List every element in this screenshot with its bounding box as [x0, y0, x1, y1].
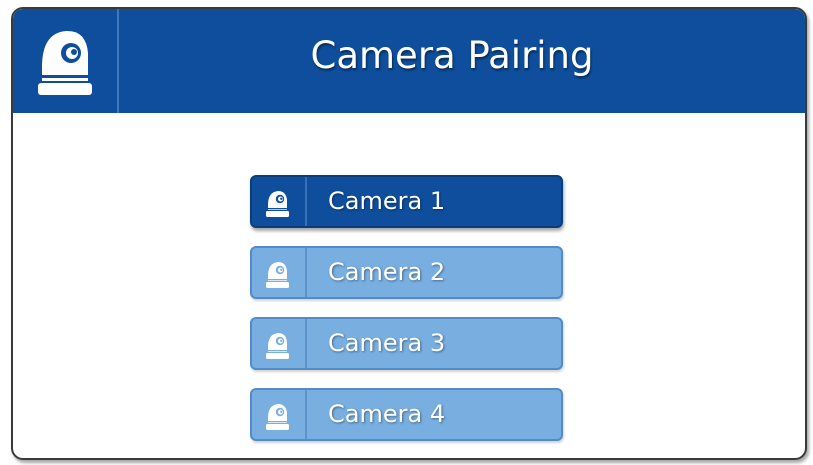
camera-icon [38, 30, 92, 95]
camera-1-button[interactable]: Camera 1 [250, 175, 563, 228]
camera-icon [266, 191, 289, 217]
camera-4-button[interactable]: Camera 4 [250, 388, 563, 441]
camera-3-button[interactable]: Camera 3 [250, 317, 563, 370]
camera-icon [266, 404, 289, 430]
camera-label: Camera 3 [328, 329, 446, 357]
camera-2-button[interactable]: Camera 2 [250, 246, 563, 299]
button-divider [305, 319, 307, 368]
camera-icon [266, 333, 289, 359]
camera-label: Camera 1 [328, 187, 446, 215]
button-divider [305, 248, 307, 297]
page-title: Camera Pairing [310, 33, 594, 77]
camera-pairing-screen: Camera Pairing Camera 1 Camera 2 Camera 3 C… [11, 7, 807, 460]
camera-label: Camera 2 [328, 258, 446, 286]
button-divider [305, 390, 307, 439]
camera-icon [266, 262, 289, 288]
header-bar: Camera Pairing [13, 9, 805, 113]
button-divider [305, 177, 307, 226]
camera-label: Camera 4 [328, 400, 446, 428]
